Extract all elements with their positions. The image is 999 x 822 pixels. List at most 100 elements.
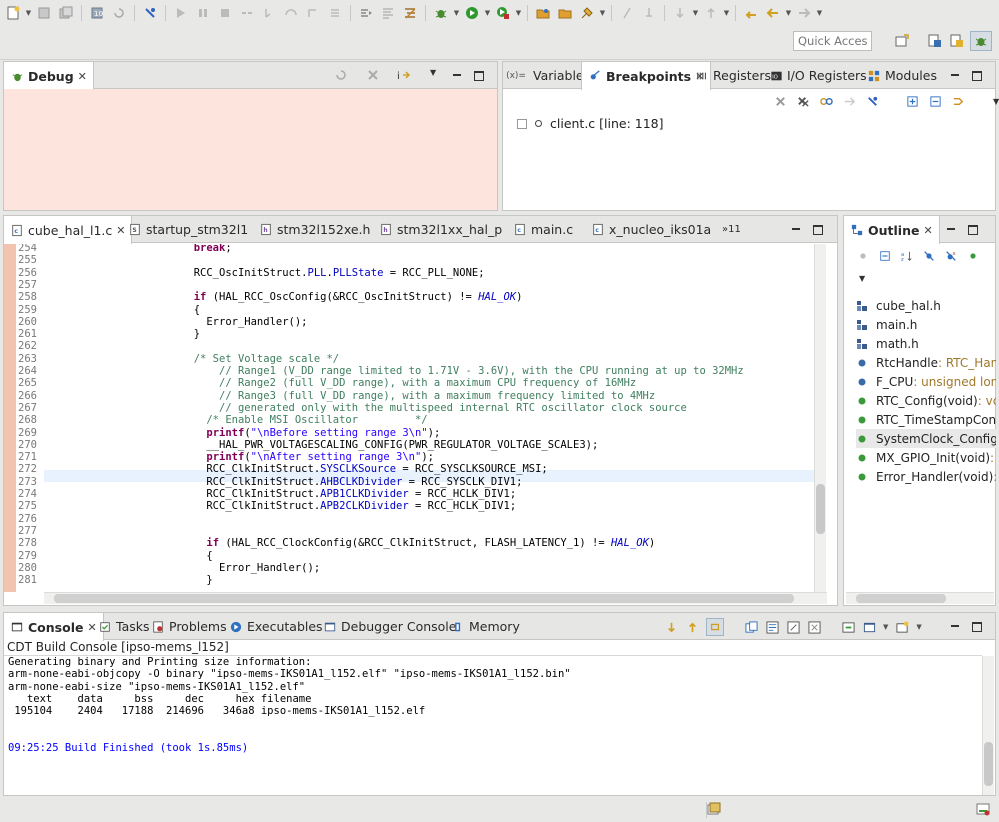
code-line[interactable]: 257 <box>18 279 42 291</box>
outline-horizontal-scrollbar[interactable] <box>846 592 994 604</box>
console-output[interactable]: Generating binary and Printing size info… <box>8 656 571 754</box>
disconnect-icon[interactable] <box>236 2 258 24</box>
code-line[interactable]: 268 /* Enable MSI Oscillator */ <box>18 414 428 426</box>
c-cpp-perspective-icon[interactable] <box>924 31 946 51</box>
new-icon[interactable] <box>2 2 24 24</box>
tab-io-registers[interactable]: IO I/O Registers <box>763 62 873 89</box>
code-line[interactable]: 270 __HAL_PWR_VOLTAGESCALING_CONFIG(PWR_… <box>18 439 598 451</box>
display-selected-icon[interactable] <box>765 620 779 634</box>
remove-all-breakpoints-icon[interactable] <box>796 94 810 108</box>
tab-outline[interactable]: Outline ✕ <box>843 216 940 244</box>
debug-tree[interactable] <box>4 89 497 210</box>
link-with-view-icon[interactable] <box>951 94 965 108</box>
copy-icon[interactable] <box>744 620 758 634</box>
save-icon[interactable] <box>33 2 55 24</box>
new-console-icon[interactable] <box>895 620 909 634</box>
step-return-icon[interactable] <box>302 2 324 24</box>
minimize-icon[interactable] <box>946 222 956 236</box>
forward-icon[interactable] <box>793 2 815 24</box>
code-line[interactable]: 259 { <box>18 304 200 316</box>
toggle-step-mode-icon[interactable] <box>399 2 421 24</box>
outline-item[interactable]: RtcHandle : RTC_Han <box>856 353 996 372</box>
build-icon[interactable]: 10 <box>86 2 108 24</box>
maximize-icon[interactable] <box>972 70 982 81</box>
outline-item[interactable]: RTC_TimeStampConf <box>856 410 996 429</box>
use-step-filters-icon[interactable] <box>377 2 399 24</box>
code-line[interactable]: 280 Error_Handler(); <box>18 562 320 574</box>
collapse-all-icon[interactable] <box>928 94 942 108</box>
link-with-debug-icon[interactable] <box>819 94 833 108</box>
breakpoint-gutter[interactable] <box>4 244 16 592</box>
scroll-up-icon[interactable] <box>685 620 699 634</box>
code-line[interactable]: 278 if (HAL_RCC_ClockConfig(&RCC_ClkInit… <box>18 537 655 549</box>
skip-all-breakpoints-icon[interactable] <box>865 94 879 108</box>
back-dropdown-icon[interactable]: ▼ <box>784 2 793 24</box>
outline-item[interactable]: MX_GPIO_Init(void) : <box>856 448 996 467</box>
forward-dropdown-icon[interactable]: ▼ <box>815 2 824 24</box>
code-line[interactable]: 281 } <box>18 574 213 586</box>
tab-cube-hal[interactable]: c cube_hal_l1.c ✕ <box>3 216 133 244</box>
code-line[interactable]: 264 // Range1 (V_DD range limited to 1.7… <box>18 365 744 377</box>
expand-all-icon[interactable] <box>905 94 919 108</box>
code-line[interactable]: 271 printf("\nAfter setting range 3\n"); <box>18 451 434 463</box>
tab-stm32l1xx-hal[interactable]: h stm32l1xx_hal_p <box>373 216 508 243</box>
outline-item[interactable]: F_CPU : unsigned lon <box>856 372 996 391</box>
breakpoint-item[interactable]: client.c [line: 118] <box>517 116 664 131</box>
scroll-down-icon[interactable] <box>664 620 678 634</box>
view-menu-icon[interactable]: ▼ <box>430 68 436 77</box>
code-line[interactable]: 260 Error_Handler(); <box>18 316 308 328</box>
search-dropdown-icon[interactable]: ▼ <box>598 2 607 24</box>
last-edit-location-icon[interactable] <box>740 2 762 24</box>
code-line[interactable]: 263 /* Set Voltage scale */ <box>18 353 339 365</box>
view-menu-icon[interactable]: ▼ <box>993 97 999 106</box>
tab-debugger-console[interactable]: Debugger Console <box>317 613 462 640</box>
debug-dropdown-icon[interactable]: ▼ <box>452 2 461 24</box>
code-line[interactable]: 277 <box>18 525 42 537</box>
prev-annotation-icon[interactable] <box>700 2 722 24</box>
debug-icon[interactable] <box>430 2 452 24</box>
drop-to-frame-icon[interactable] <box>324 2 346 24</box>
pin-console-icon[interactable] <box>786 620 800 634</box>
minimize-icon[interactable] <box>950 619 960 633</box>
outline-hscroll-thumb[interactable] <box>856 594 946 603</box>
external-tools-icon[interactable] <box>492 2 514 24</box>
build-status-icon[interactable] <box>707 802 721 819</box>
view-menu-icon[interactable]: ▼ <box>859 274 865 283</box>
close-icon[interactable]: ✕ <box>923 224 932 237</box>
code-line[interactable]: 258 if (HAL_RCC_OscConfig(&RCC_OscInitSt… <box>18 291 522 303</box>
tab-console[interactable]: Console ✕ <box>3 613 104 641</box>
run-dropdown-icon[interactable]: ▼ <box>483 2 492 24</box>
editor-scroll-thumb[interactable] <box>816 484 825 534</box>
outline-item[interactable]: RTC_Config(void) : vc <box>856 391 996 410</box>
step-over-icon[interactable] <box>280 2 302 24</box>
code-line[interactable]: 267 // generated only with the multispee… <box>18 402 687 414</box>
clear-console-icon[interactable] <box>807 620 821 634</box>
terminate-icon[interactable] <box>214 2 236 24</box>
tab-memory[interactable]: Memory <box>445 613 526 640</box>
scroll-lock-icon[interactable] <box>706 618 724 636</box>
display-console-icon[interactable] <box>862 620 876 634</box>
code-line[interactable]: 262 <box>18 340 42 352</box>
suspend-icon[interactable] <box>192 2 214 24</box>
code-line[interactable]: 266 // Range3 (full V_DD range), with a … <box>18 390 655 402</box>
code-line[interactable]: 256 RCC_OscInitStruct.PLL.PLLState = RCC… <box>18 267 485 279</box>
code-line[interactable]: 265 // Range2 (full V_DD range), with a … <box>18 377 636 389</box>
next-annotation-dropdown-icon[interactable]: ▼ <box>691 2 700 24</box>
hide-fields-icon[interactable] <box>856 249 870 263</box>
tab-problems[interactable]: Problems <box>145 613 233 640</box>
quick-access-input[interactable] <box>793 31 872 51</box>
tab-modules[interactable]: Modules <box>861 62 943 89</box>
code-line[interactable]: 275 RCC_ClkInitStruct.APB2CLKDivider = R… <box>18 500 516 512</box>
step-into-icon[interactable] <box>258 2 280 24</box>
code-line[interactable]: 261 } <box>18 328 200 340</box>
outline-item[interactable]: Error_Handler(void) : <box>856 467 996 486</box>
sort-icon[interactable]: az <box>900 249 914 263</box>
maximize-icon[interactable] <box>972 621 982 632</box>
outline-item[interactable]: main.h <box>856 315 996 334</box>
remove-terminated-icon[interactable] <box>366 68 380 85</box>
resume-icon[interactable] <box>170 2 192 24</box>
hide-members-icon[interactable] <box>966 249 980 263</box>
skip-breakpoints-icon[interactable] <box>139 2 161 24</box>
hide-non-public-icon[interactable]: s <box>944 249 958 263</box>
open-type-icon[interactable] <box>532 2 554 24</box>
